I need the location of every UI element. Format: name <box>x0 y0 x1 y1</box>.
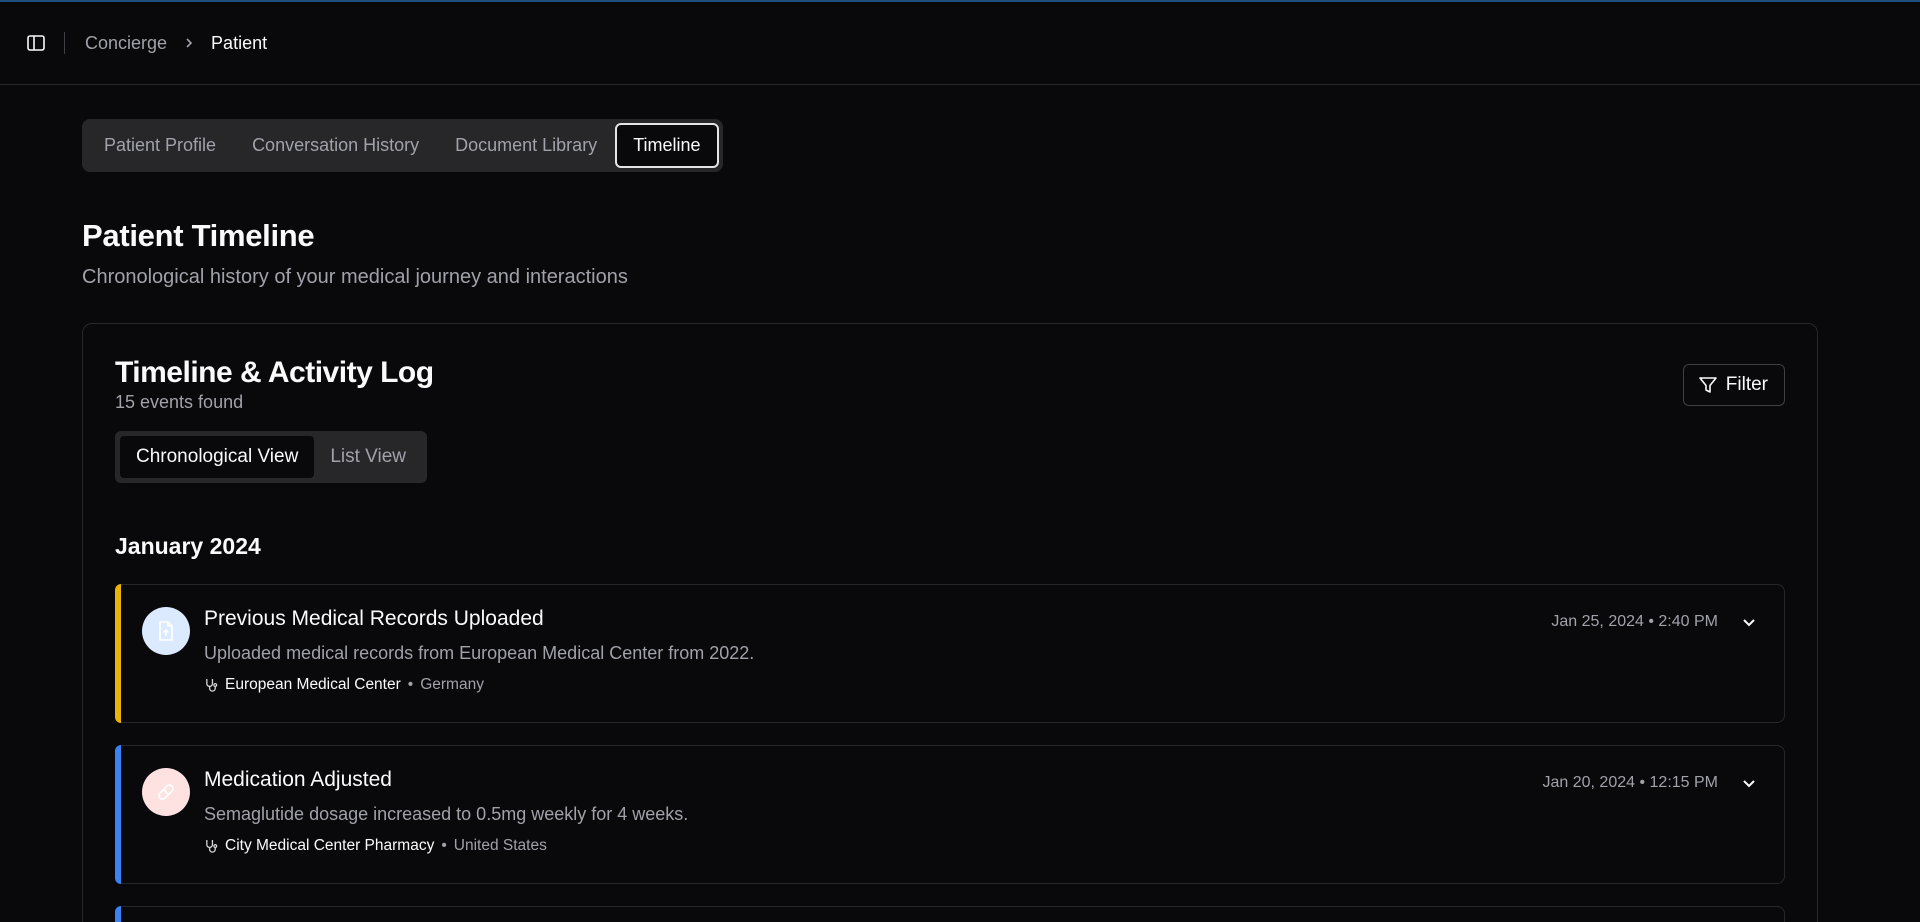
tab-conversation-history[interactable]: Conversation History <box>234 123 437 168</box>
tab-patient-profile[interactable]: Patient Profile <box>86 123 234 168</box>
event-country: United States <box>453 837 547 854</box>
event-location: European Medical Center <box>225 676 401 693</box>
month-heading: January 2024 <box>115 533 261 559</box>
chevron-down-icon[interactable] <box>1742 776 1756 790</box>
chronological-view-button[interactable]: Chronological View <box>120 436 315 478</box>
file-upload-icon <box>142 607 190 655</box>
event-title: Previous Medical Records Uploaded <box>204 607 544 630</box>
event-datetime: Jan 20, 2024 • 12:15 PM <box>1542 774 1719 791</box>
pill-icon <box>142 768 190 816</box>
timeline-event[interactable] <box>115 906 1785 922</box>
filter-label: Filter <box>1725 374 1768 395</box>
event-datetime: Jan 25, 2024 • 2:40 PM <box>1551 613 1718 630</box>
event-count: 15 events found <box>115 392 244 412</box>
timeline-event[interactable]: Previous Medical Records Uploaded Upload… <box>115 584 1785 723</box>
page-title: Patient Timeline <box>82 218 315 253</box>
meta-separator: • <box>441 837 447 854</box>
list-view-button[interactable]: List View <box>314 436 422 478</box>
event-country: Germany <box>420 676 484 693</box>
event-accent-bar <box>115 584 121 723</box>
filter-icon <box>1698 375 1718 395</box>
meta-separator: • <box>407 676 414 693</box>
stethoscope-icon <box>204 839 219 854</box>
timeline-card: Timeline & Activity Log 15 events found … <box>82 323 1818 922</box>
event-accent-bar <box>115 745 121 884</box>
chevron-right-icon <box>183 37 195 49</box>
tab-timeline[interactable]: Timeline <box>615 123 719 168</box>
card-title: Timeline & Activity Log <box>115 356 434 389</box>
event-description: Uploaded medical records from European M… <box>204 643 755 663</box>
patient-tabs: Patient Profile Conversation History Doc… <box>82 119 723 172</box>
timeline-event[interactable]: Medication Adjusted Semaglutide dosage i… <box>115 745 1785 884</box>
chevron-down-icon[interactable] <box>1742 615 1756 629</box>
header-divider <box>64 32 65 54</box>
main-content: Patient Profile Conversation History Doc… <box>82 119 1818 922</box>
event-location: City Medical Center Pharmacy <box>225 837 435 854</box>
page-subtitle: Chronological history of your medical jo… <box>82 266 628 288</box>
tab-document-library[interactable]: Document Library <box>437 123 615 168</box>
top-header: Concierge Patient <box>0 2 1920 85</box>
event-accent-bar <box>115 906 121 922</box>
stethoscope-icon <box>204 678 219 693</box>
breadcrumb: Concierge Patient <box>85 33 267 54</box>
view-toggle: Chronological View List View <box>115 431 427 483</box>
event-description: Semaglutide dosage increased to 0.5mg we… <box>204 804 689 824</box>
breadcrumb-patient: Patient <box>211 32 268 53</box>
filter-button[interactable]: Filter <box>1682 364 1785 406</box>
breadcrumb-concierge[interactable]: Concierge <box>85 33 167 54</box>
sidebar-toggle-icon[interactable] <box>24 31 48 55</box>
